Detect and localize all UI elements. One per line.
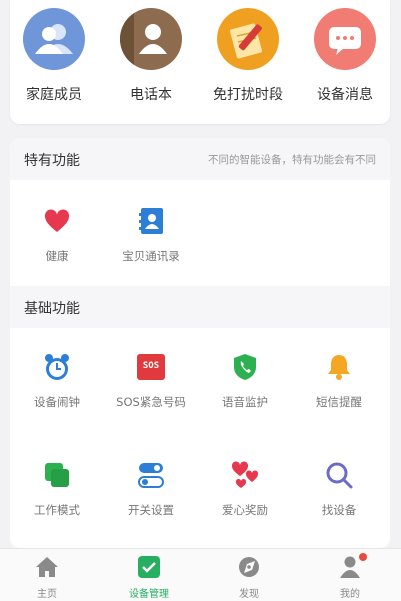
func-sms-reminder[interactable]: 短信提醒 [294, 352, 384, 410]
func-label: 短信提醒 [316, 395, 362, 409]
quick-action-do-not-disturb[interactable]: 免打扰时段 [203, 8, 293, 104]
contacts-book-icon [136, 206, 166, 236]
func-label: 健康 [45, 249, 69, 263]
love-hearts-icon [230, 460, 260, 490]
quick-action-label: 家庭成员 [26, 87, 82, 103]
special-section-hint: 不同的智能设备，特有功能会有不同 [208, 154, 376, 166]
func-label: 语音监护 [222, 395, 268, 409]
tab-discover[interactable]: 发现 [204, 555, 294, 600]
tab-label: 发现 [239, 589, 259, 600]
func-switch-settings[interactable]: 开关设置 [106, 460, 196, 518]
work-mode-icon [42, 460, 72, 490]
basic-section-title: 基础功能 [24, 301, 80, 317]
profile-icon [337, 553, 367, 579]
device-manage-icon [136, 555, 162, 579]
heart-icon [42, 206, 72, 236]
func-label: 开关设置 [128, 503, 174, 517]
func-voice-monitor[interactable]: 语音监护 [200, 352, 290, 410]
phonebook-icon [120, 8, 182, 70]
special-section-header: 特有功能 不同的智能设备，特有功能会有不同 [10, 138, 390, 180]
func-health[interactable]: 健康 [12, 206, 102, 264]
func-device-alarm[interactable]: 设备闹钟 [12, 352, 102, 410]
tab-label: 我的 [340, 589, 360, 600]
alarm-clock-icon [42, 352, 72, 382]
func-love-reward[interactable]: 爱心奖励 [200, 460, 290, 518]
home-icon [34, 555, 60, 579]
functions-card: 特有功能 不同的智能设备，特有功能会有不同 健康 宝贝通讯录 基础功能 设备闹钟… [10, 138, 390, 548]
toggle-settings-icon [136, 460, 166, 490]
tab-label: 主页 [37, 589, 57, 600]
tab-home[interactable]: 主页 [2, 555, 92, 600]
special-section-title: 特有功能 [24, 153, 80, 169]
tab-profile[interactable]: 我的 [305, 553, 395, 600]
func-label: SOS紧急号码 [116, 395, 186, 409]
voice-monitor-icon [230, 352, 260, 382]
func-work-mode[interactable]: 工作模式 [12, 460, 102, 518]
quick-action-phonebook[interactable]: 电话本 [106, 8, 196, 104]
bell-icon [324, 352, 354, 382]
tab-label: 设备管理 [129, 589, 169, 600]
family-members-icon [23, 8, 85, 70]
sos-badge-text: SOS [142, 361, 160, 371]
func-label: 爱心奖励 [222, 503, 268, 517]
bottom-tab-bar: 主页 设备管理 发现 我的 [0, 548, 401, 601]
do-not-disturb-icon [217, 8, 279, 70]
sos-icon: SOS [136, 352, 166, 382]
quick-action-label: 电话本 [130, 87, 172, 103]
basic-section-header: 基础功能 [10, 286, 390, 328]
notification-dot [359, 553, 367, 561]
quick-actions-card: 家庭成员 电话本 免打扰时段 设备消息 [10, 0, 390, 124]
device-message-icon [314, 8, 376, 70]
quick-action-label: 设备消息 [317, 87, 373, 103]
func-find-device[interactable]: 找设备 [294, 460, 384, 518]
quick-action-label: 免打扰时段 [213, 87, 283, 103]
func-label: 设备闹钟 [34, 395, 80, 409]
func-label: 宝贝通讯录 [122, 249, 180, 263]
quick-action-device-message[interactable]: 设备消息 [300, 8, 390, 104]
quick-action-family-members[interactable]: 家庭成员 [9, 8, 99, 104]
func-label: 找设备 [321, 503, 357, 517]
discover-icon [236, 555, 262, 579]
func-label: 工作模式 [34, 503, 80, 517]
func-baby-contacts[interactable]: 宝贝通讯录 [106, 206, 196, 264]
find-device-search-icon [324, 460, 354, 490]
tab-device-manage[interactable]: 设备管理 [104, 555, 194, 600]
func-sos-number[interactable]: SOS SOS紧急号码 [106, 352, 196, 410]
